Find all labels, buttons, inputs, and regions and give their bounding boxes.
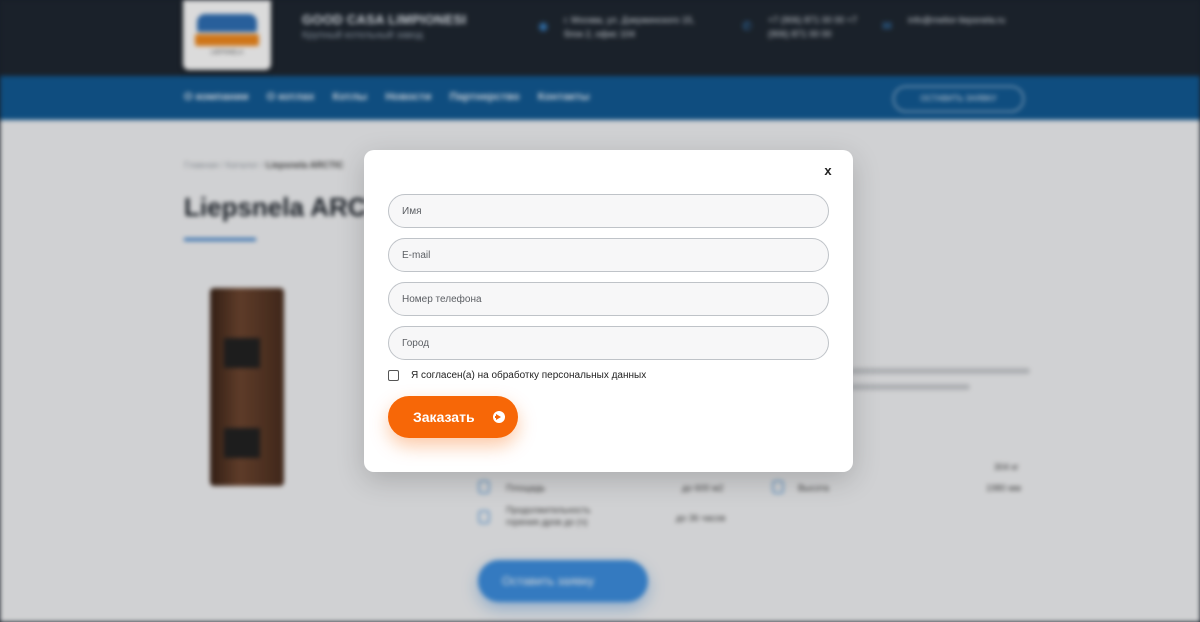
- submit-label: Заказать: [413, 409, 475, 425]
- city-input[interactable]: [388, 326, 829, 360]
- order-modal: x Я согласен(а) на обработку персональны…: [364, 150, 853, 472]
- arrow-right-icon: [492, 411, 505, 423]
- consent-label: Я согласен(а) на обработку персональных …: [411, 370, 647, 381]
- submit-order-button[interactable]: Заказать: [388, 396, 518, 438]
- name-input[interactable]: [388, 194, 829, 228]
- consent-row: Я согласен(а) на обработку персональных …: [388, 370, 646, 381]
- phone-input[interactable]: [388, 282, 829, 316]
- consent-checkbox[interactable]: [388, 370, 399, 381]
- close-icon[interactable]: x: [818, 161, 838, 181]
- email-input[interactable]: [388, 238, 829, 272]
